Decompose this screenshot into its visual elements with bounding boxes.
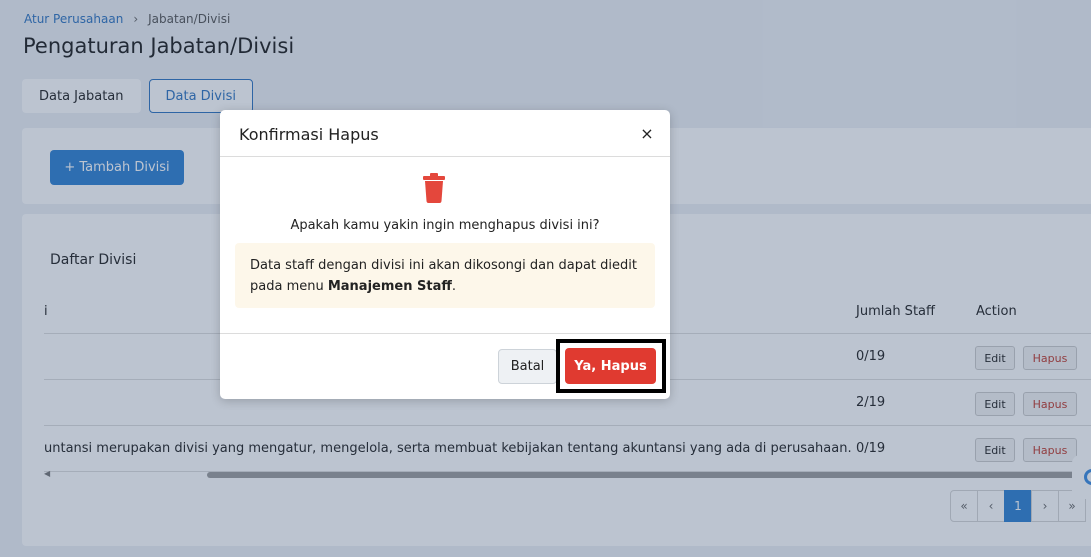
trash-icon	[423, 173, 445, 203]
notice-link-manajemen-staff: Manajemen Staff	[327, 279, 452, 294]
dialog-title: Konfirmasi Hapus	[239, 125, 379, 144]
dialog-header: Konfirmasi Hapus ×	[220, 110, 670, 157]
dialog-footer: Batal Ya, Hapus	[220, 333, 670, 399]
cancel-button[interactable]: Batal	[498, 349, 557, 384]
dialog-question: Apakah kamu yakin ingin menghapus divisi…	[290, 218, 600, 233]
delete-confirmation-dialog: Konfirmasi Hapus × Apakah kamu yakin ing…	[220, 110, 670, 399]
notice-end: .	[451, 279, 457, 294]
confirm-delete-button[interactable]: Ya, Hapus	[565, 348, 656, 384]
warning-notice: Data staff dengan divisi ini akan dikoso…	[235, 243, 655, 308]
close-icon[interactable]: ×	[638, 123, 656, 143]
